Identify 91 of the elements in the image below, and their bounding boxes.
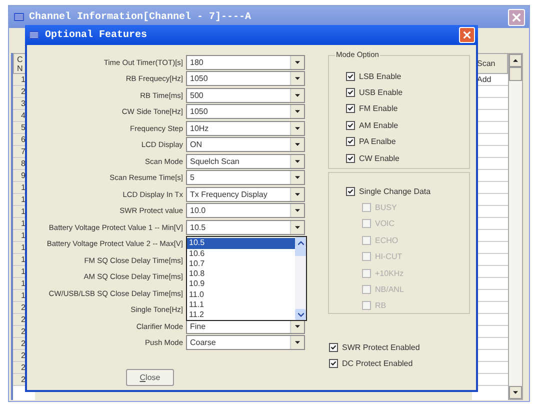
- caret-icon: [295, 126, 300, 130]
- list-item[interactable]: 11.1: [187, 300, 295, 310]
- scroll-down-button[interactable]: [509, 386, 522, 399]
- dropdown-button[interactable]: [290, 88, 304, 102]
- caret-icon: [295, 209, 300, 212]
- caret-icon: [295, 94, 300, 97]
- checkbox[interactable]: [329, 342, 338, 352]
- checkbox[interactable]: [329, 359, 338, 368]
- scroll-down-button[interactable]: [295, 309, 306, 320]
- dropdown-field[interactable]: 10.5: [186, 220, 305, 235]
- caret-icon: [295, 192, 300, 196]
- dropdown-button[interactable]: [290, 72, 304, 86]
- dropdown-button[interactable]: [290, 171, 304, 184]
- close-button[interactable]: [459, 27, 475, 43]
- checkbox-label: RB: [375, 301, 386, 310]
- dropdown-button[interactable]: [290, 204, 304, 218]
- checkbox-label: NB/ANL: [375, 285, 404, 294]
- checkbox-label: USB Enable: [359, 88, 403, 98]
- checkbox-label: SWR Protect Enabled: [342, 342, 420, 352]
- checkbox-label: PA Enalbe: [359, 137, 396, 146]
- checkbox-label: LSB Enable: [359, 72, 402, 81]
- checkbox-label: FM Enable: [359, 104, 398, 114]
- dropdown-button[interactable]: [290, 105, 304, 118]
- dropdown-field[interactable]: 10Hz: [186, 120, 305, 136]
- dropdown-field[interactable]: 1050: [186, 104, 305, 120]
- checkbox[interactable]: [346, 120, 355, 130]
- list-item[interactable]: 11.2: [187, 310, 295, 321]
- check-icon: [347, 186, 354, 196]
- list-item[interactable]: 10.8: [187, 269, 295, 280]
- dropdown-button[interactable]: [290, 122, 304, 135]
- checkbox-label: ECHO: [375, 236, 398, 245]
- list-item[interactable]: 10.7: [187, 258, 295, 270]
- app-icon: [28, 29, 40, 41]
- dropdown-field[interactable]: 500: [186, 88, 305, 103]
- checkbox[interactable]: [346, 88, 355, 98]
- dropdown-button[interactable]: [290, 220, 304, 234]
- checkbox-label: DC Protect Enabled: [342, 359, 413, 368]
- dropdown-button[interactable]: [290, 188, 304, 201]
- checkbox[interactable]: [346, 154, 355, 163]
- chevron-icon: [298, 312, 304, 317]
- chevron-icon: [298, 240, 304, 245]
- dropdown-field[interactable]: Squelch Scan: [186, 154, 305, 169]
- caret-icon: [295, 324, 300, 328]
- dropdown-field[interactable]: 10.0: [186, 203, 305, 218]
- caret-icon: [513, 59, 518, 62]
- checkbox[interactable]: [346, 104, 355, 114]
- checkbox-label: CW Enable: [359, 154, 400, 163]
- checkbox-label: Single Change Data: [359, 186, 431, 196]
- caret-icon: [295, 143, 300, 146]
- caret-icon: [513, 391, 518, 394]
- list-item[interactable]: 10.5: [187, 238, 295, 249]
- dropdown-field[interactable]: Coarse: [186, 335, 305, 350]
- caret-icon: [295, 341, 300, 344]
- caret-icon: [295, 110, 300, 114]
- dropdown-field[interactable]: 5: [186, 170, 305, 186]
- caret-icon: [295, 226, 300, 229]
- list-item[interactable]: 10.6: [187, 248, 295, 259]
- dropdown-field[interactable]: 1050: [186, 71, 305, 86]
- dropdown-field[interactable]: ON: [186, 137, 305, 152]
- caret-icon: [295, 160, 300, 163]
- close-icon: [463, 31, 471, 39]
- dropdown-button[interactable]: [290, 154, 304, 168]
- checkbox[interactable]: [346, 72, 355, 81]
- caret-icon: [295, 77, 300, 80]
- close-icon: [512, 12, 521, 22]
- checkbox-label: +10KHz: [375, 268, 404, 278]
- list-item[interactable]: 10.9: [187, 279, 295, 290]
- checkbox-label: AM Enable: [359, 120, 398, 130]
- scroll-thumb[interactable]: [509, 67, 522, 81]
- list-item[interactable]: 11.0: [187, 290, 295, 300]
- scrollbar[interactable]: [295, 237, 306, 320]
- window-title: Channel Information[Channel - 7]----A: [29, 12, 252, 22]
- caret-icon: [295, 176, 300, 180]
- dropdown-field[interactable]: Tx Frequency Display: [186, 186, 305, 202]
- app-icon: [13, 11, 25, 23]
- scrollbar[interactable]: [508, 53, 523, 400]
- dropdown-field[interactable]: 180: [186, 54, 305, 70]
- scroll-thumb[interactable]: [295, 248, 306, 256]
- dialog-title: Optional Features: [45, 30, 148, 40]
- close-button[interactable]: Close: [126, 369, 174, 386]
- scroll-up-button[interactable]: [509, 54, 522, 67]
- checkbox-label: HI-CUT: [375, 252, 402, 262]
- dropdown-button[interactable]: [290, 138, 304, 152]
- scroll-up-button[interactable]: [295, 237, 306, 248]
- checkbox-label: VOIC: [375, 219, 395, 228]
- checkbox[interactable]: [346, 137, 355, 146]
- dropdown-button[interactable]: [290, 56, 304, 69]
- dropdown-button[interactable]: [290, 336, 304, 350]
- checkbox[interactable]: [346, 186, 355, 196]
- checkbox-label: BUSY: [375, 203, 397, 212]
- caret-icon: [295, 60, 300, 64]
